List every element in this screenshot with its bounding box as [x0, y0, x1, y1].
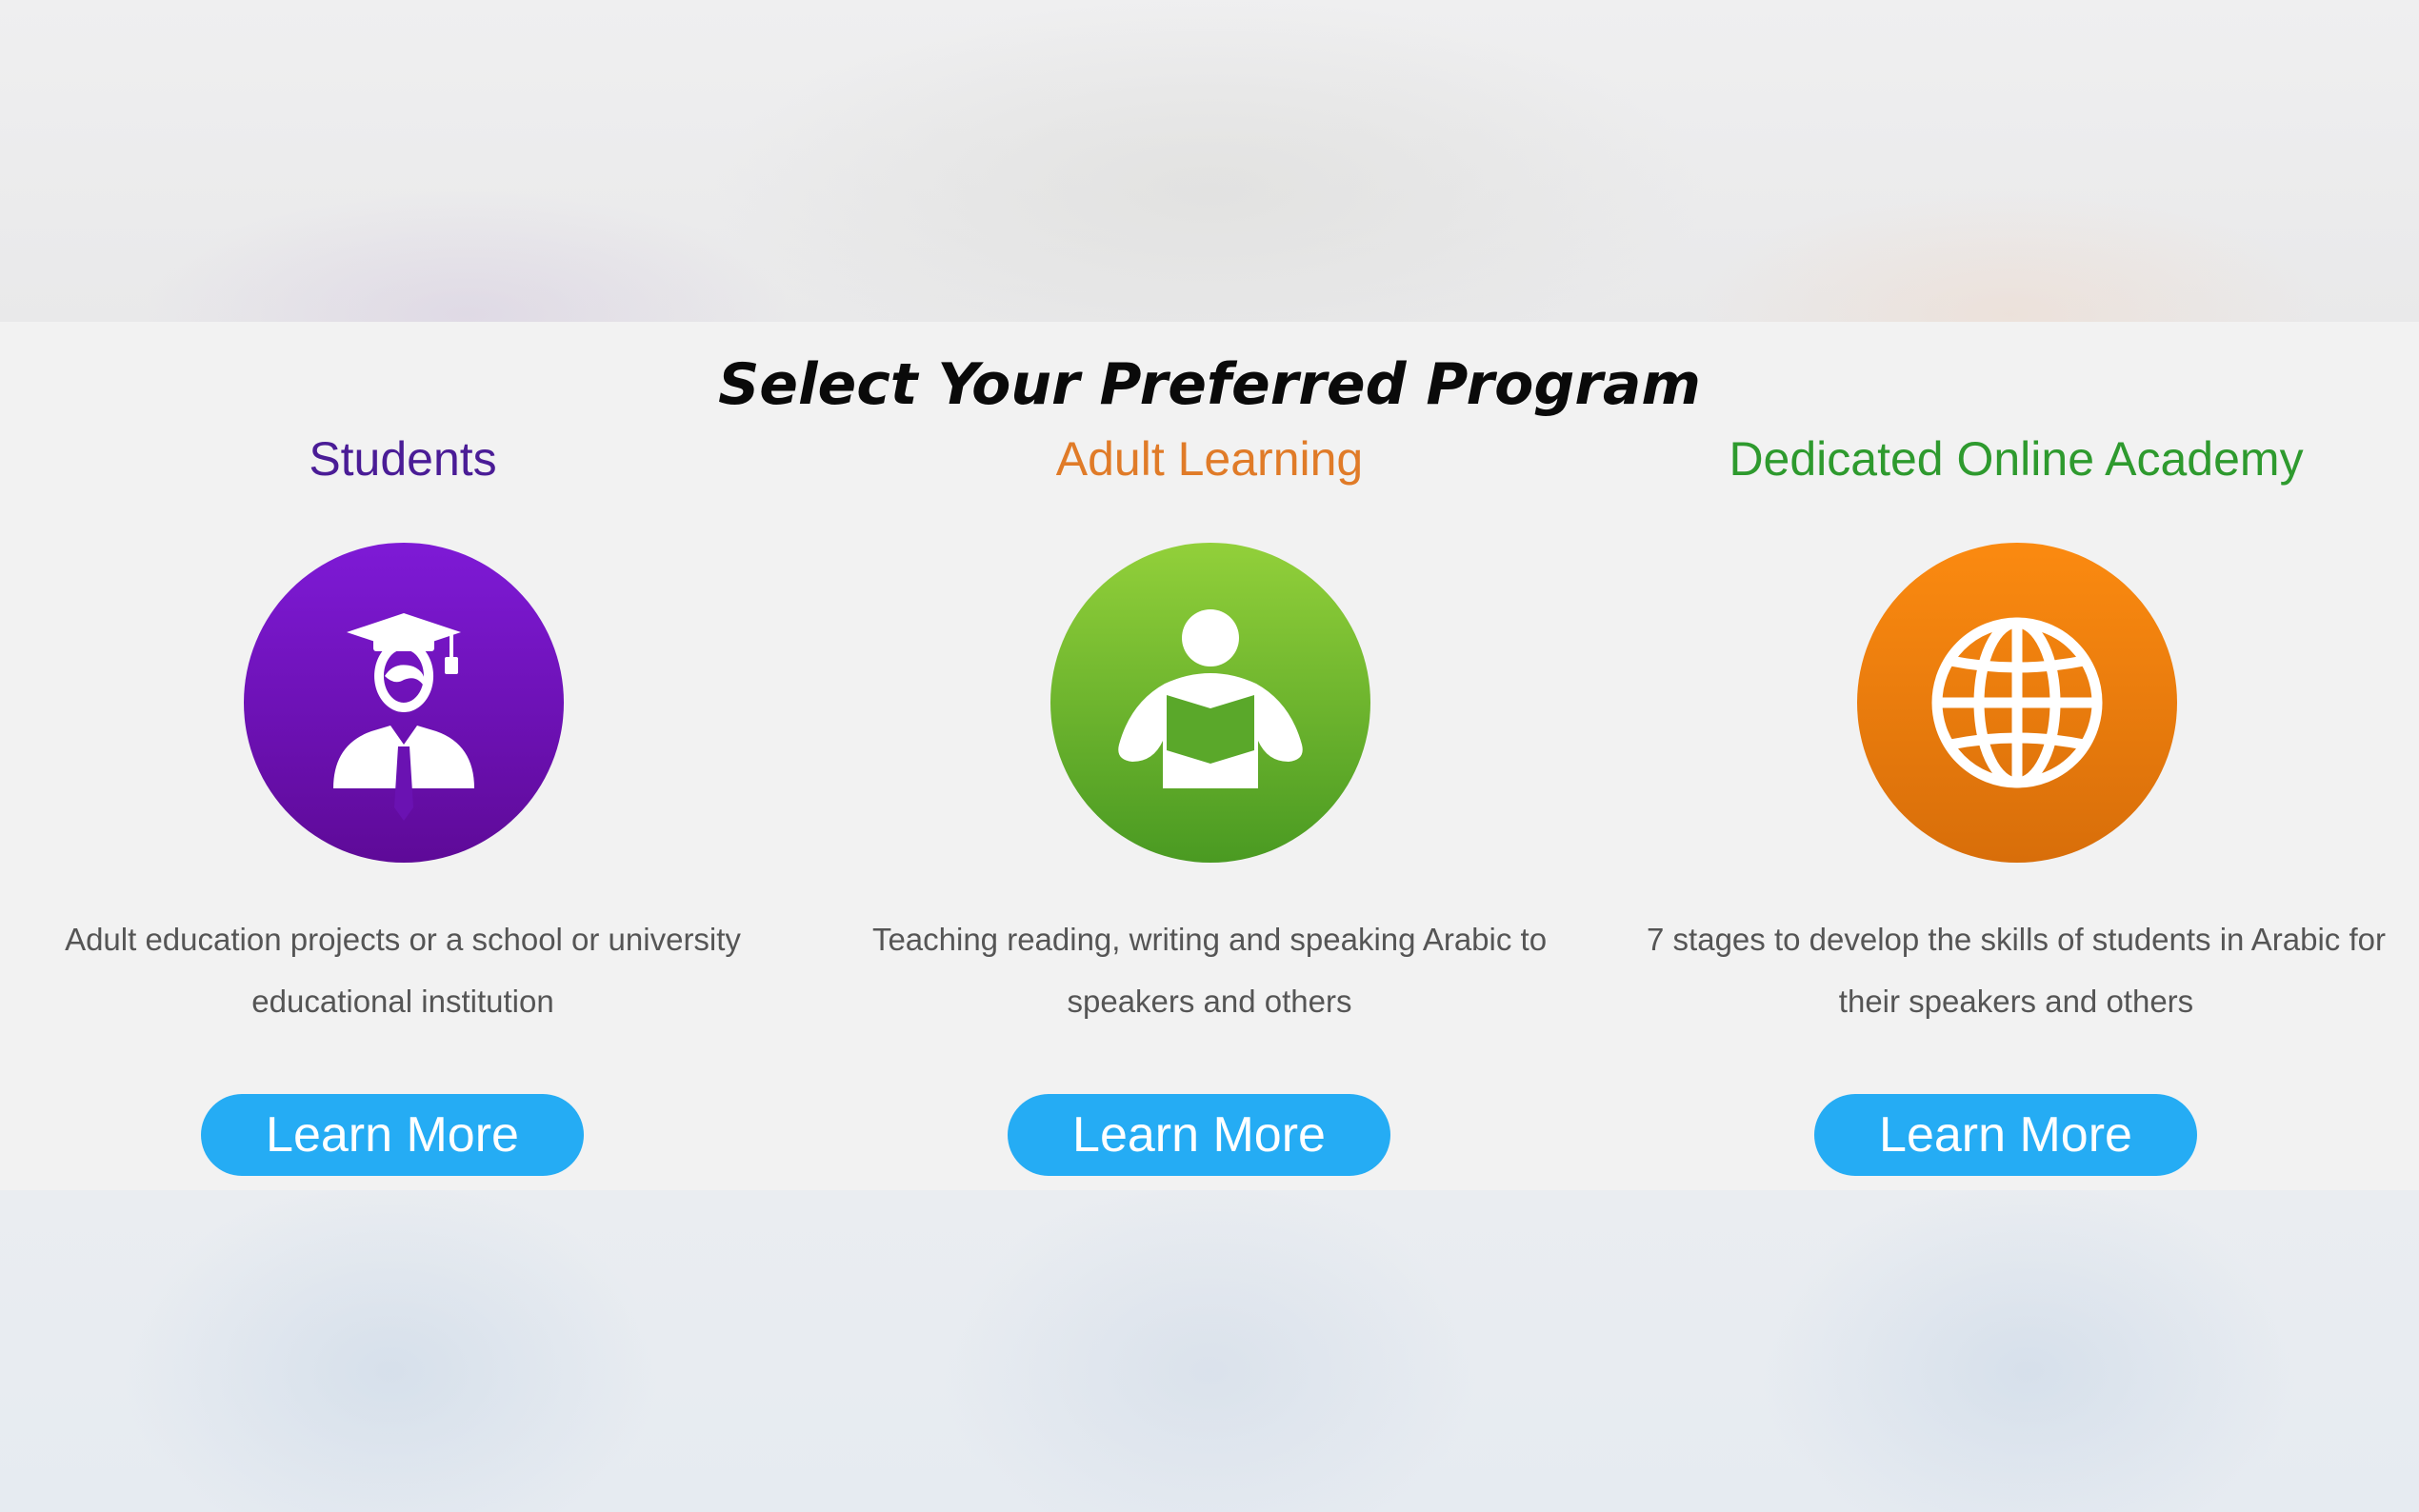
top-background-band — [0, 0, 2419, 322]
program-card-adult-learning: Adult Learning Teaching reading, writing… — [807, 322, 1612, 1190]
graduate-icon — [244, 543, 564, 863]
program-selection-section: Select Your Preferred Program Students A… — [0, 322, 2419, 1190]
globe-icon — [1857, 543, 2177, 863]
program-title: Dedicated Online Academy — [1729, 432, 2304, 486]
program-description: Adult education projects or a school or … — [65, 922, 741, 1019]
program-card-students: Students Adult education projects or a s… — [0, 322, 806, 1190]
learn-more-button-students[interactable]: Learn More — [201, 1094, 584, 1176]
reading-person-icon — [1050, 543, 1370, 863]
bottom-background-band — [0, 1190, 2419, 1512]
program-title: Students — [309, 432, 497, 486]
learn-more-button-adult-learning[interactable]: Learn More — [1008, 1094, 1390, 1176]
program-card-online-academy: Dedicated Online Academy 7 stages to dev… — [1613, 322, 2419, 1190]
learn-more-button-online-academy[interactable]: Learn More — [1814, 1094, 2197, 1176]
program-title: Adult Learning — [1055, 432, 1364, 486]
program-description: Teaching reading, writing and speaking A… — [871, 922, 1548, 1019]
program-description: 7 stages to develop the skills of studen… — [1647, 922, 2386, 1019]
